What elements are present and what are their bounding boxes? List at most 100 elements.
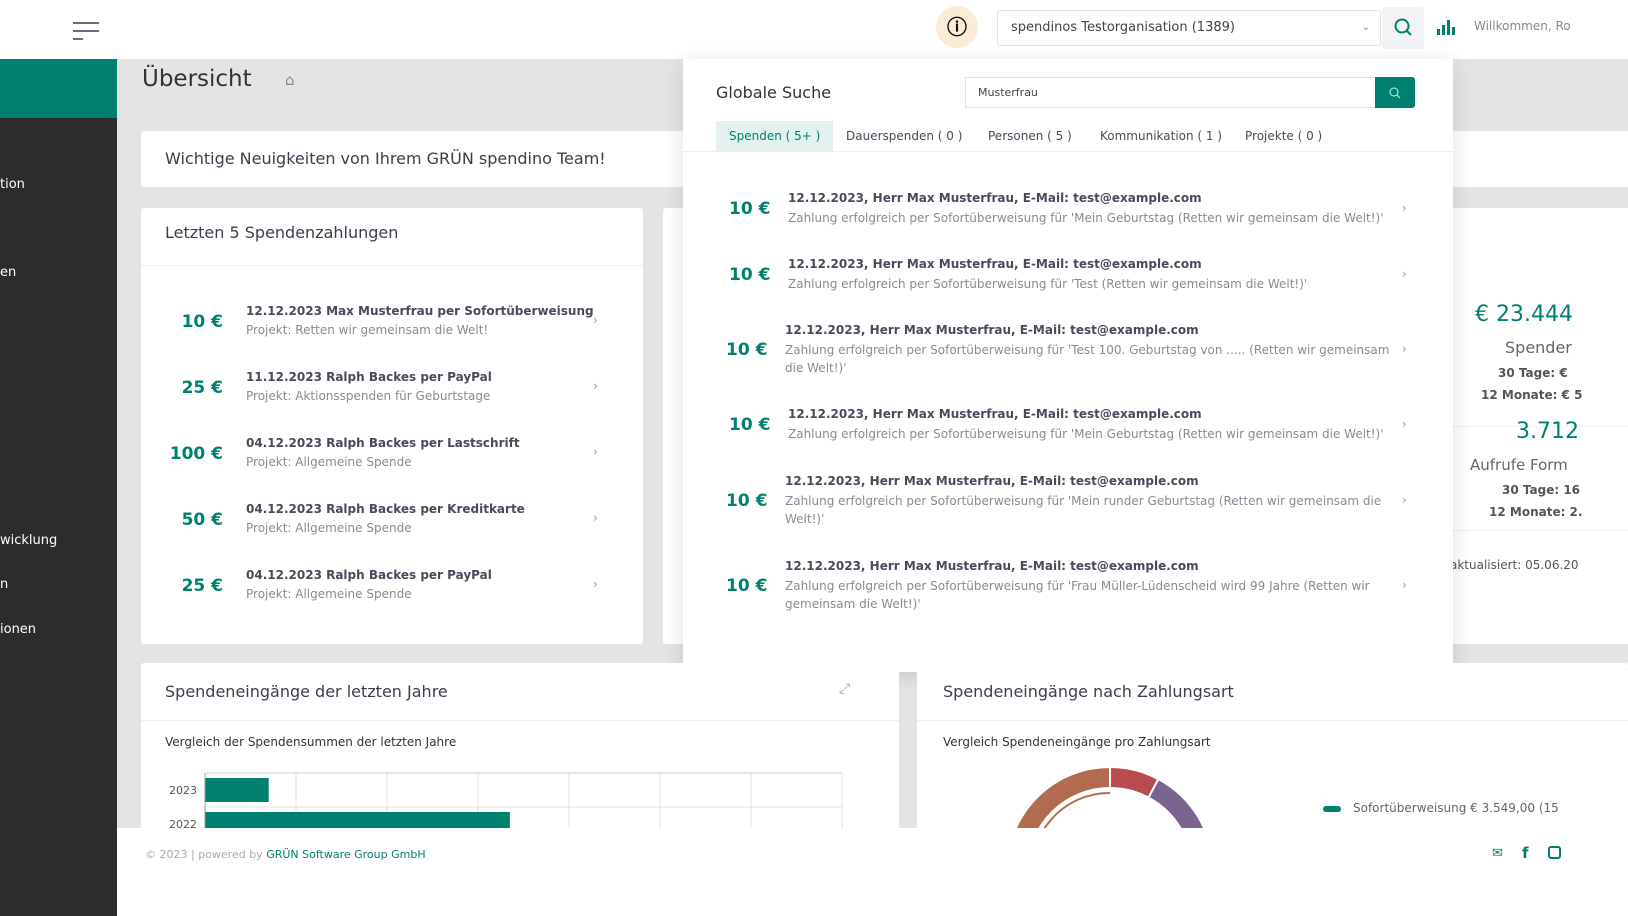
payment-project: Projekt: Allgemeine Spende — [246, 455, 412, 469]
legend-item[interactable]: Sofortüberweisung € 3.549,00 (15 — [1323, 801, 1559, 815]
stat-views-30: 30 Tage: 16 — [1502, 483, 1581, 497]
payment-project: Projekt: Allgemeine Spende — [246, 587, 412, 601]
payment-list-item[interactable]: 25 € 04.12.2023 Ralph Backes per PayPal … — [141, 553, 643, 619]
menu-toggle-icon[interactable] — [73, 22, 99, 46]
payment-title: 12.12.2023 Max Musterfrau per Sofortüber… — [246, 304, 594, 318]
divider — [141, 720, 899, 721]
footer: © 2023 | powered by GRÜN Software Group … — [117, 828, 1628, 916]
sidebar-item[interactable]: en — [0, 265, 117, 280]
global-search-submit[interactable] — [1375, 77, 1415, 108]
instagram-icon[interactable] — [1548, 846, 1561, 859]
bar-chart-icon[interactable] — [1436, 18, 1456, 38]
result-description: Zahlung erfolgreich per Sofortüberweisun… — [788, 277, 1308, 291]
organization-select-value: spendinos Testorganisation (1389) — [1011, 20, 1235, 35]
search-button[interactable] — [1382, 7, 1424, 49]
result-description: Zahlung erfolgreich per Sofortüberweisun… — [785, 494, 1382, 526]
global-search-input[interactable] — [965, 77, 1375, 108]
chevron-right-icon: › — [593, 379, 598, 393]
search-tab[interactable]: Kommunikation ( 1 ) — [1087, 121, 1235, 151]
divider — [1453, 530, 1628, 531]
payment-list-item[interactable]: 50 € 04.12.2023 Ralph Backes per Kreditk… — [141, 487, 643, 553]
organization-select[interactable]: spendinos Testorganisation (1389) ⌄ — [997, 10, 1381, 46]
payment-amount: 10 € — [181, 312, 223, 332]
search-tab[interactable]: Spenden ( 5+ ) — [716, 121, 834, 151]
payment-title: 11.12.2023 Ralph Backes per PayPal — [246, 370, 492, 384]
payment-amount: 50 € — [181, 510, 223, 530]
chart-title: Vergleich der Spendensummen der letzten … — [165, 735, 457, 749]
card-title: Letzten 5 Spendenzahlungen — [165, 223, 399, 242]
mail-icon[interactable]: ✉ — [1492, 846, 1503, 861]
legend-label: Sofortüberweisung € 3.549,00 (15 — [1353, 801, 1559, 815]
result-description: Zahlung erfolgreich per Sofortüberweisun… — [788, 211, 1384, 225]
chevron-right-icon: › — [593, 313, 598, 327]
welcome-text[interactable]: Willkommen, Ro — [1474, 19, 1571, 33]
payment-title: 04.12.2023 Ralph Backes per Kreditkarte — [246, 502, 525, 516]
footer-copyright: © 2023 | powered by GRÜN Software Group … — [145, 848, 426, 861]
result-amount: 10 € — [726, 340, 768, 360]
result-title: 12.12.2023, Herr Max Musterfrau, E-Mail:… — [785, 474, 1199, 488]
chevron-right-icon: › — [593, 511, 598, 525]
result-amount: 10 € — [729, 265, 771, 285]
card-title: Spendeneingänge nach Zahlungsart — [943, 682, 1234, 701]
chevron-right-icon: › — [1402, 578, 1407, 592]
search-tab[interactable]: Projekte ( 0 ) — [1232, 121, 1335, 151]
stat-total-label: Spender — [1505, 338, 1572, 357]
tick-label: 2023 — [169, 784, 197, 797]
search-tab[interactable]: Dauerspenden ( 0 ) — [833, 121, 975, 151]
result-description: Zahlung erfolgreich per Sofortüberweisun… — [785, 579, 1370, 611]
stat-total-30: 30 Tage: € — [1498, 366, 1568, 380]
facebook-icon[interactable]: f — [1522, 844, 1529, 862]
chevron-right-icon: › — [1402, 417, 1407, 431]
sidebar-item[interactable]: wicklung — [0, 533, 117, 548]
payment-project: Projekt: Allgemeine Spende — [246, 521, 412, 535]
payment-amount: 25 € — [181, 576, 223, 596]
result-title: 12.12.2023, Herr Max Musterfrau, E-Mail:… — [785, 323, 1199, 337]
expand-icon[interactable]: ⤢ — [839, 681, 850, 697]
chevron-right-icon: › — [593, 445, 598, 459]
stat-views-label: Aufrufe Form — [1470, 456, 1568, 474]
chevron-right-icon: › — [593, 577, 598, 591]
stat-views-12: 12 Monate: 2. — [1489, 505, 1583, 519]
page-title: Übersicht — [142, 66, 252, 92]
info-icon[interactable]: ⓘ — [936, 6, 978, 48]
chevron-right-icon: › — [1402, 201, 1407, 215]
chart-title: Vergleich Spendeneingänge pro Zahlungsar… — [943, 735, 1211, 749]
sidebar-active-item[interactable] — [0, 59, 117, 118]
news-title: Wichtige Neuigkeiten von Ihrem GRÜN spen… — [165, 149, 606, 168]
copyright-text: © 2023 | powered by — [145, 848, 267, 861]
sidebar-item[interactable]: n — [0, 577, 117, 592]
search-tab[interactable]: Personen ( 5 ) — [975, 121, 1085, 151]
top-header: ⓘ spendinos Testorganisation (1389) ⌄ Wil… — [0, 0, 1628, 59]
chevron-right-icon: › — [1402, 342, 1407, 356]
payment-amount: 25 € — [181, 378, 223, 398]
result-amount: 10 € — [729, 199, 771, 219]
home-icon[interactable]: ⌂ — [285, 71, 295, 89]
sidebar-item[interactable]: ionen — [0, 622, 117, 637]
payment-amount: 100 € — [169, 444, 223, 464]
divider — [683, 151, 1453, 152]
chevron-right-icon: › — [1402, 493, 1407, 507]
result-title: 12.12.2023, Herr Max Musterfrau, E-Mail:… — [788, 191, 1202, 205]
divider — [917, 720, 1628, 721]
bar[interactable] — [205, 778, 269, 802]
payment-title: 04.12.2023 Ralph Backes per Lastschrift — [246, 436, 520, 450]
payment-list-item[interactable]: 100 € 04.12.2023 Ralph Backes per Lastsc… — [141, 421, 643, 487]
stat-total: € 23.444 — [1475, 302, 1573, 327]
sidebar-item[interactable]: tion — [0, 177, 117, 192]
result-amount: 10 € — [726, 576, 768, 596]
payment-list-item[interactable]: 25 € 11.12.2023 Ralph Backes per PayPal … — [141, 355, 643, 421]
result-amount: 10 € — [726, 491, 768, 511]
search-panel-title: Globale Suche — [716, 83, 832, 102]
payment-project: Projekt: Aktionsspenden für Geburtstage — [246, 389, 491, 403]
payment-project: Projekt: Retten wir gemeinsam die Welt! — [246, 323, 489, 337]
legend-swatch — [1323, 805, 1341, 812]
stat-total-12: 12 Monate: € 5 — [1481, 388, 1583, 402]
result-description: Zahlung erfolgreich per Sofortüberweisun… — [788, 427, 1384, 441]
result-title: 12.12.2023, Herr Max Musterfrau, E-Mail:… — [788, 257, 1202, 271]
last-payments-card: Letzten 5 Spendenzahlungen 10 € 12.12.20… — [141, 208, 643, 644]
company-link[interactable]: GRÜN Software Group GmbH — [266, 848, 425, 861]
search-icon — [1394, 18, 1412, 36]
payment-list-item[interactable]: 10 € 12.12.2023 Max Musterfrau per Sofor… — [141, 289, 643, 355]
global-search-panel: Globale Suche Spenden ( 5+ )Dauerspenden… — [683, 59, 1453, 672]
result-title: 12.12.2023, Herr Max Musterfrau, E-Mail:… — [785, 559, 1199, 573]
